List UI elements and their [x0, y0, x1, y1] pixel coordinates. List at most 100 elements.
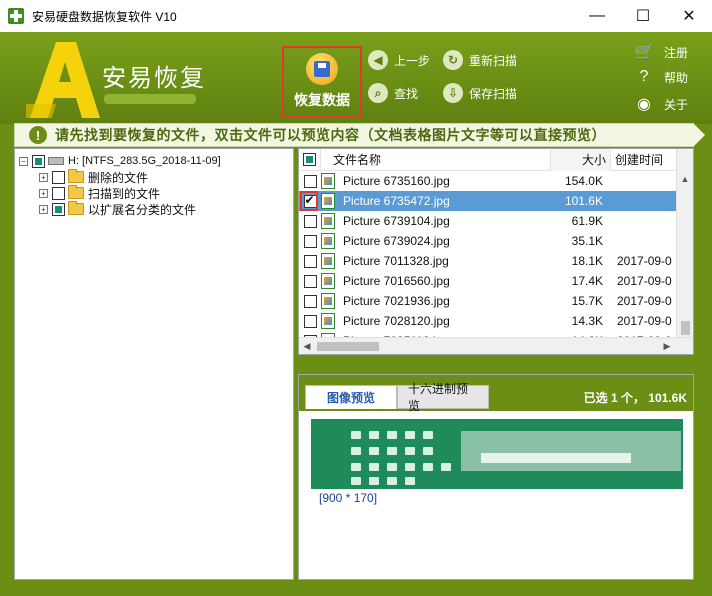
notice-bar: ! 请先找到要恢复的文件，双击文件可以预览内容（文档表格图片文字等可以直接预览） [14, 123, 705, 147]
folder-icon [68, 201, 84, 215]
image-file-icon [321, 253, 335, 269]
preview-row [351, 463, 651, 473]
search-icon: ⌕ [368, 83, 388, 103]
about-label: 关于 [664, 97, 689, 112]
tab-image-preview[interactable]: 图像预览 [305, 385, 397, 409]
table-row[interactable]: Picture 7011328.jpg 18.1K 2017-09-0 [299, 251, 677, 271]
cart-icon: 🛒 [634, 44, 654, 61]
exclamation-icon: ! [29, 126, 47, 144]
refresh-icon: ↻ [443, 50, 463, 70]
minimize-button[interactable]: — [574, 0, 620, 32]
expand-icon[interactable]: + [39, 188, 48, 198]
select-all-column[interactable] [299, 149, 321, 171]
tree-item-label: 删除的文件 [88, 170, 149, 185]
vertical-scrollbar[interactable]: ▲ [676, 149, 693, 338]
save-scan-button[interactable]: ⇩ 保存扫描 [443, 83, 517, 103]
logo-text: 安易恢复 [102, 65, 206, 92]
help-button[interactable]: ? 帮助 [634, 68, 688, 86]
table-row[interactable]: Picture 7028120.jpg 14.3K 2017-09-0 [299, 311, 677, 331]
file-name: Picture 7021936.jpg [343, 294, 450, 308]
file-date: 2017-09-0 [617, 254, 672, 268]
row-checkbox[interactable] [303, 234, 317, 248]
tree-item-label: 扫描到的文件 [88, 186, 161, 201]
scroll-up-icon[interactable]: ▲ [677, 171, 693, 187]
file-name: Picture 7028120.jpg [343, 314, 450, 328]
tree-item-checkbox[interactable] [52, 170, 65, 184]
file-name: Picture 6735472.jpg [343, 194, 450, 208]
row-checkbox[interactable] [303, 294, 317, 308]
table-row[interactable]: Picture 6735472.jpg 101.6K [299, 191, 677, 211]
maximize-button[interactable]: ☐ [620, 0, 666, 32]
scroll-left-icon[interactable]: ◀ [299, 341, 315, 352]
tree-item-checkbox[interactable] [52, 202, 65, 216]
scroll-thumb[interactable] [681, 321, 690, 335]
find-button[interactable]: ⌕ 查找 [368, 83, 418, 103]
image-file-icon [321, 293, 335, 309]
file-size: 35.1K [571, 234, 603, 248]
tree-item-by-extension[interactable]: + 以扩展名分类的文件 [19, 201, 293, 217]
file-name: Picture 7011328.jpg [343, 254, 449, 268]
table-row[interactable]: Picture 6739104.jpg 61.9K [299, 211, 677, 231]
row-checkbox[interactable] [303, 254, 317, 268]
horizontal-scrollbar[interactable]: ◀ ▶ [299, 337, 693, 354]
row-checkbox[interactable] [303, 314, 317, 328]
file-size: 154.0K [564, 174, 603, 188]
table-row[interactable]: Picture 7016560.jpg 17.4K 2017-09-0 [299, 271, 677, 291]
register-label: 注册 [664, 45, 689, 60]
image-file-icon [321, 193, 335, 209]
back-button[interactable]: ◀ 上一步 [368, 50, 430, 70]
notice-text: 请先找到要恢复的文件，双击文件可以预览内容（文档表格图片文字等可以直接预览） [55, 127, 606, 143]
folder-icon [68, 185, 84, 199]
file-date: 2017-09-0 [617, 294, 672, 308]
row-checkbox[interactable] [303, 274, 317, 288]
expand-icon[interactable]: + [39, 172, 48, 182]
file-size: 14.3K [571, 314, 603, 328]
rescan-button[interactable]: ↻ 重新扫描 [443, 50, 517, 70]
file-size: 17.4K [571, 274, 603, 288]
select-all-checkbox[interactable] [303, 153, 316, 166]
logo-a-icon [26, 42, 100, 118]
tree-root[interactable]: − H: [NTFS_283.5G_2018-11-09] [19, 153, 293, 169]
file-date: 2017-09-0 [617, 274, 672, 288]
file-name: Picture 6739024.jpg [343, 234, 450, 248]
image-file-icon [321, 233, 335, 249]
register-button[interactable]: 🛒 注册 [634, 42, 688, 62]
recover-data-label: 恢复数据 [294, 92, 350, 108]
tree-root-checkbox[interactable] [32, 154, 45, 168]
tree-item-scanned[interactable]: + 扫描到的文件 [19, 185, 293, 201]
file-date: 2017-09-0 [617, 314, 672, 328]
image-file-icon [321, 313, 335, 329]
app-icon [8, 8, 24, 24]
table-row[interactable]: Picture 6735160.jpg 154.0K [299, 171, 677, 191]
scroll-right-icon[interactable]: ▶ [659, 341, 675, 352]
folder-icon [68, 169, 84, 183]
about-button[interactable]: ◉ 关于 [634, 94, 688, 114]
tree-item-checkbox[interactable] [52, 186, 65, 200]
file-name: Picture 7016560.jpg [343, 274, 450, 288]
column-name[interactable]: 文件名称 [321, 149, 551, 171]
tree-item-deleted[interactable]: + 删除的文件 [19, 169, 293, 185]
save-scan-icon: ⇩ [443, 83, 463, 103]
row-checkbox[interactable] [303, 214, 317, 228]
table-row[interactable]: Picture 7021936.jpg 15.7K 2017-09-0 [299, 291, 677, 311]
recover-data-button[interactable]: 恢复数据 [282, 46, 362, 118]
row-checkbox[interactable] [303, 174, 317, 188]
title-bar: 安易硬盘数据恢复软件 V10 — ☐ ✕ [0, 0, 712, 32]
close-button[interactable]: ✕ [666, 0, 712, 32]
expand-icon[interactable]: + [39, 204, 48, 214]
image-file-icon [321, 173, 335, 189]
file-list-header: 文件名称 大小 创建时间 [299, 149, 677, 171]
column-size[interactable]: 大小 [551, 149, 611, 171]
file-name: Picture 6739104.jpg [343, 214, 450, 228]
preview-row [351, 477, 651, 487]
back-label: 上一步 [394, 53, 431, 68]
tab-hex-preview[interactable]: 十六进制预览 [397, 382, 489, 413]
column-date[interactable]: 创建时间 [611, 149, 677, 171]
collapse-icon[interactable]: − [19, 156, 28, 166]
hscroll-thumb[interactable] [317, 342, 379, 351]
image-preview [311, 419, 683, 489]
tree-root-label: H: [NTFS_283.5G_2018-11-09] [68, 155, 221, 167]
target-icon: ◉ [637, 96, 651, 113]
table-row[interactable]: Picture 6739024.jpg 35.1K [299, 231, 677, 251]
file-list: 文件名称 大小 创建时间 Picture 6735160.jpg154.0KPi… [298, 148, 694, 355]
